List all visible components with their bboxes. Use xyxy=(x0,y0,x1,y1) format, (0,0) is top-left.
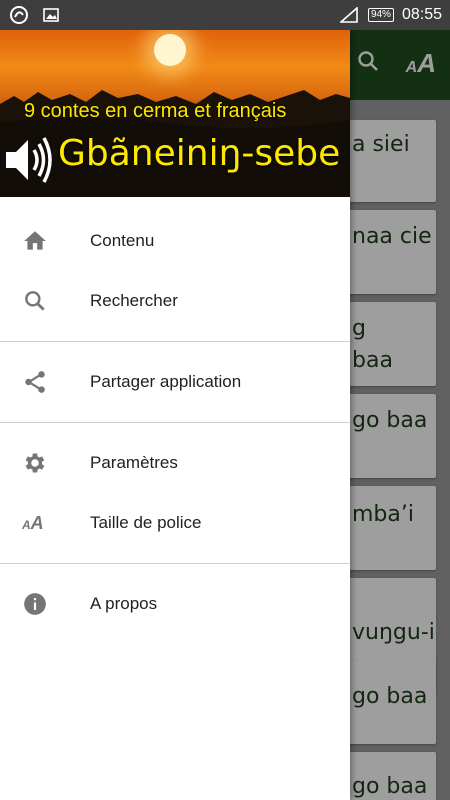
menu-item-label: Partager application xyxy=(90,372,242,391)
menu-item-label: Taille de police xyxy=(90,513,202,532)
share-icon xyxy=(0,369,90,395)
menu-item-label: Paramètres xyxy=(90,453,178,472)
sun-image xyxy=(154,34,186,66)
menu-item-label: A propos xyxy=(90,594,158,613)
menu-item-label: Rechercher xyxy=(90,291,178,310)
menu-item-contenu[interactable]: Contenu xyxy=(0,211,350,271)
menu-item-rechercher[interactable]: Rechercher xyxy=(0,271,350,331)
menu-item-label: Contenu xyxy=(90,231,155,250)
divider xyxy=(0,422,350,423)
signal-icon xyxy=(338,4,360,26)
status-bar: 94% 08:55 xyxy=(0,0,450,30)
divider xyxy=(0,341,350,342)
menu-item-a-propos[interactable]: A propos xyxy=(0,574,350,634)
search-icon xyxy=(0,288,90,314)
app-notification-icon xyxy=(8,4,30,26)
header-subtitle: 9 contes en cerma et français xyxy=(24,100,287,122)
battery-indicator: 94% xyxy=(367,8,394,22)
header-title: Gbãneiniŋ-sebe xyxy=(58,133,341,174)
menu-item-taille-police[interactable]: AA Taille de police xyxy=(0,493,350,553)
speaker-icon xyxy=(6,137,52,183)
menu-item-partager[interactable]: Partager application xyxy=(0,352,350,412)
drawer-menu: Contenu Rechercher Partager application … xyxy=(0,197,350,634)
navigation-drawer: 9 contes en cerma et français Gbãneiniŋ-… xyxy=(0,30,350,800)
gear-icon xyxy=(0,450,90,476)
image-notification-icon xyxy=(40,4,62,26)
menu-item-parametres[interactable]: Paramètres xyxy=(0,433,350,493)
clock: 08:55 xyxy=(401,6,442,23)
divider xyxy=(0,563,350,564)
home-icon xyxy=(0,228,90,254)
drawer-header: 9 contes en cerma et français Gbãneiniŋ-… xyxy=(0,30,350,197)
info-icon xyxy=(0,591,90,617)
font-size-icon: AA xyxy=(22,512,44,533)
